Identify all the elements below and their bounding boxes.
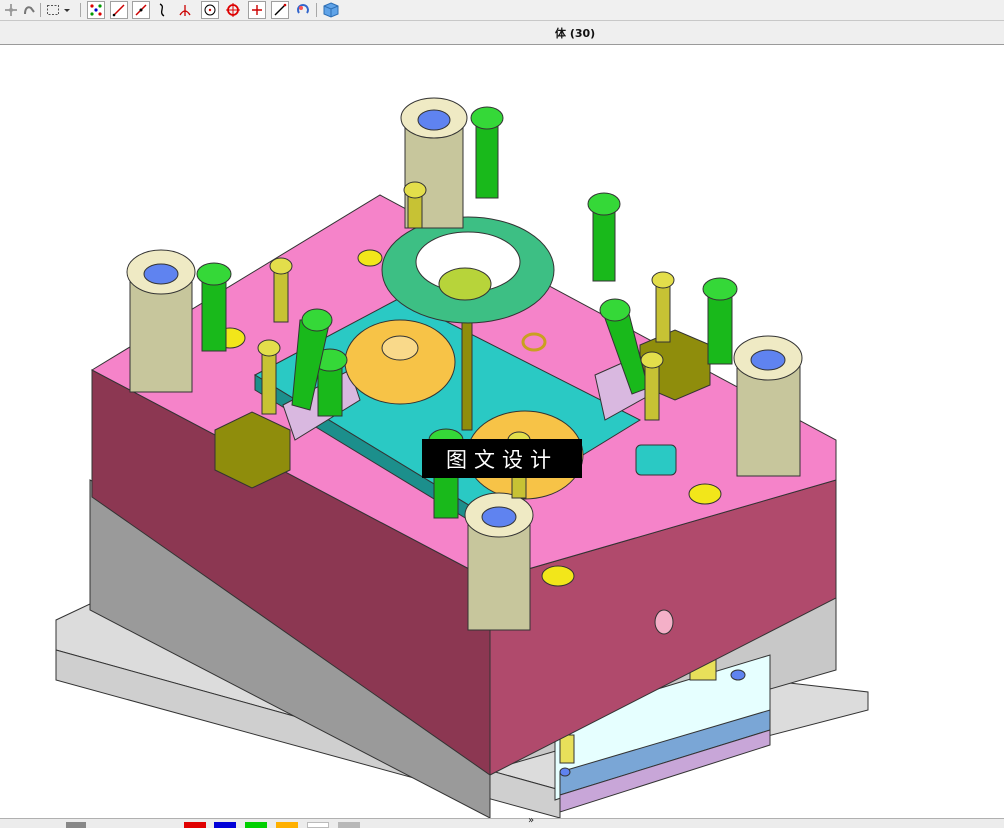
pan-icon[interactable] bbox=[20, 1, 38, 19]
guide-pillar-bore bbox=[143, 263, 179, 285]
cap-screw bbox=[261, 347, 277, 415]
sprue-head bbox=[438, 267, 492, 301]
angle-pin-head bbox=[301, 308, 333, 332]
selection-count-label: 体 (30) bbox=[555, 27, 596, 40]
water-hole bbox=[541, 565, 575, 587]
ejector-hole bbox=[730, 669, 746, 681]
cap-screw-head bbox=[403, 181, 427, 199]
color-swatch-blue[interactable] bbox=[214, 822, 236, 828]
palette-icon[interactable] bbox=[66, 822, 86, 828]
circle-target-icon[interactable] bbox=[224, 1, 242, 19]
ejector-hole bbox=[559, 767, 571, 777]
socket-bolt-head bbox=[470, 106, 504, 130]
cavity-disc-center bbox=[381, 335, 419, 361]
toolbar-separator bbox=[80, 3, 81, 17]
cavity-disc bbox=[344, 319, 456, 405]
guide-pillar-bore bbox=[417, 109, 451, 131]
axis-icon[interactable] bbox=[176, 1, 194, 19]
plate-hole bbox=[654, 609, 674, 635]
color-swatch-white[interactable] bbox=[307, 822, 329, 828]
status-bar: 体 (30) bbox=[0, 21, 1004, 45]
line-icon[interactable] bbox=[110, 1, 128, 19]
point-grid-icon[interactable] bbox=[87, 1, 105, 19]
view-rotate-icon[interactable] bbox=[294, 1, 312, 19]
water-hole bbox=[357, 249, 383, 267]
cap-screw-head bbox=[640, 351, 664, 369]
move-icon[interactable] bbox=[2, 1, 20, 19]
socket-bolt-head bbox=[196, 262, 232, 286]
cap-screw-head bbox=[269, 257, 293, 275]
mold-assembly-model[interactable] bbox=[0, 45, 1004, 819]
toolbar bbox=[0, 0, 1004, 21]
3d-viewport[interactable]: 图文设计 bbox=[0, 45, 1004, 819]
cap-screw-head bbox=[257, 339, 281, 357]
guide-pillar-bore bbox=[750, 349, 786, 371]
cross-point-icon[interactable] bbox=[248, 1, 266, 19]
cap-screw-head bbox=[651, 271, 675, 289]
toolbar-separator bbox=[40, 3, 41, 17]
socket-bolt-head bbox=[702, 277, 738, 301]
cap-screw bbox=[655, 279, 671, 343]
cap-screw bbox=[644, 359, 660, 421]
socket-bolt-head bbox=[587, 192, 621, 216]
dropdown-arrow-icon[interactable] bbox=[62, 1, 72, 19]
water-hole bbox=[688, 483, 722, 505]
line-arrow-icon[interactable] bbox=[132, 1, 150, 19]
cube-icon[interactable] bbox=[322, 1, 340, 19]
color-swatch-gray[interactable] bbox=[338, 822, 360, 828]
watermark-label: 图文设计 bbox=[422, 439, 582, 478]
angle-pin-head bbox=[599, 298, 631, 322]
curve-icon[interactable] bbox=[154, 1, 172, 19]
socket-bolt bbox=[707, 289, 733, 365]
color-swatch-orange[interactable] bbox=[276, 822, 298, 828]
support-pillar bbox=[559, 734, 575, 764]
socket-bolt bbox=[201, 274, 227, 352]
more-chevron-icon[interactable]: » bbox=[528, 815, 534, 826]
select-box-icon[interactable] bbox=[44, 1, 62, 19]
color-swatch-red[interactable] bbox=[184, 822, 206, 828]
color-swatch-green[interactable] bbox=[245, 822, 267, 828]
diagonal-line-icon[interactable] bbox=[271, 1, 289, 19]
guide-pillar-bore bbox=[481, 506, 517, 528]
inlet-fitting bbox=[635, 444, 677, 476]
socket-bolt bbox=[475, 117, 499, 199]
circle-center-icon[interactable] bbox=[201, 1, 219, 19]
toolbar-separator bbox=[316, 3, 317, 17]
socket-bolt bbox=[592, 204, 616, 282]
